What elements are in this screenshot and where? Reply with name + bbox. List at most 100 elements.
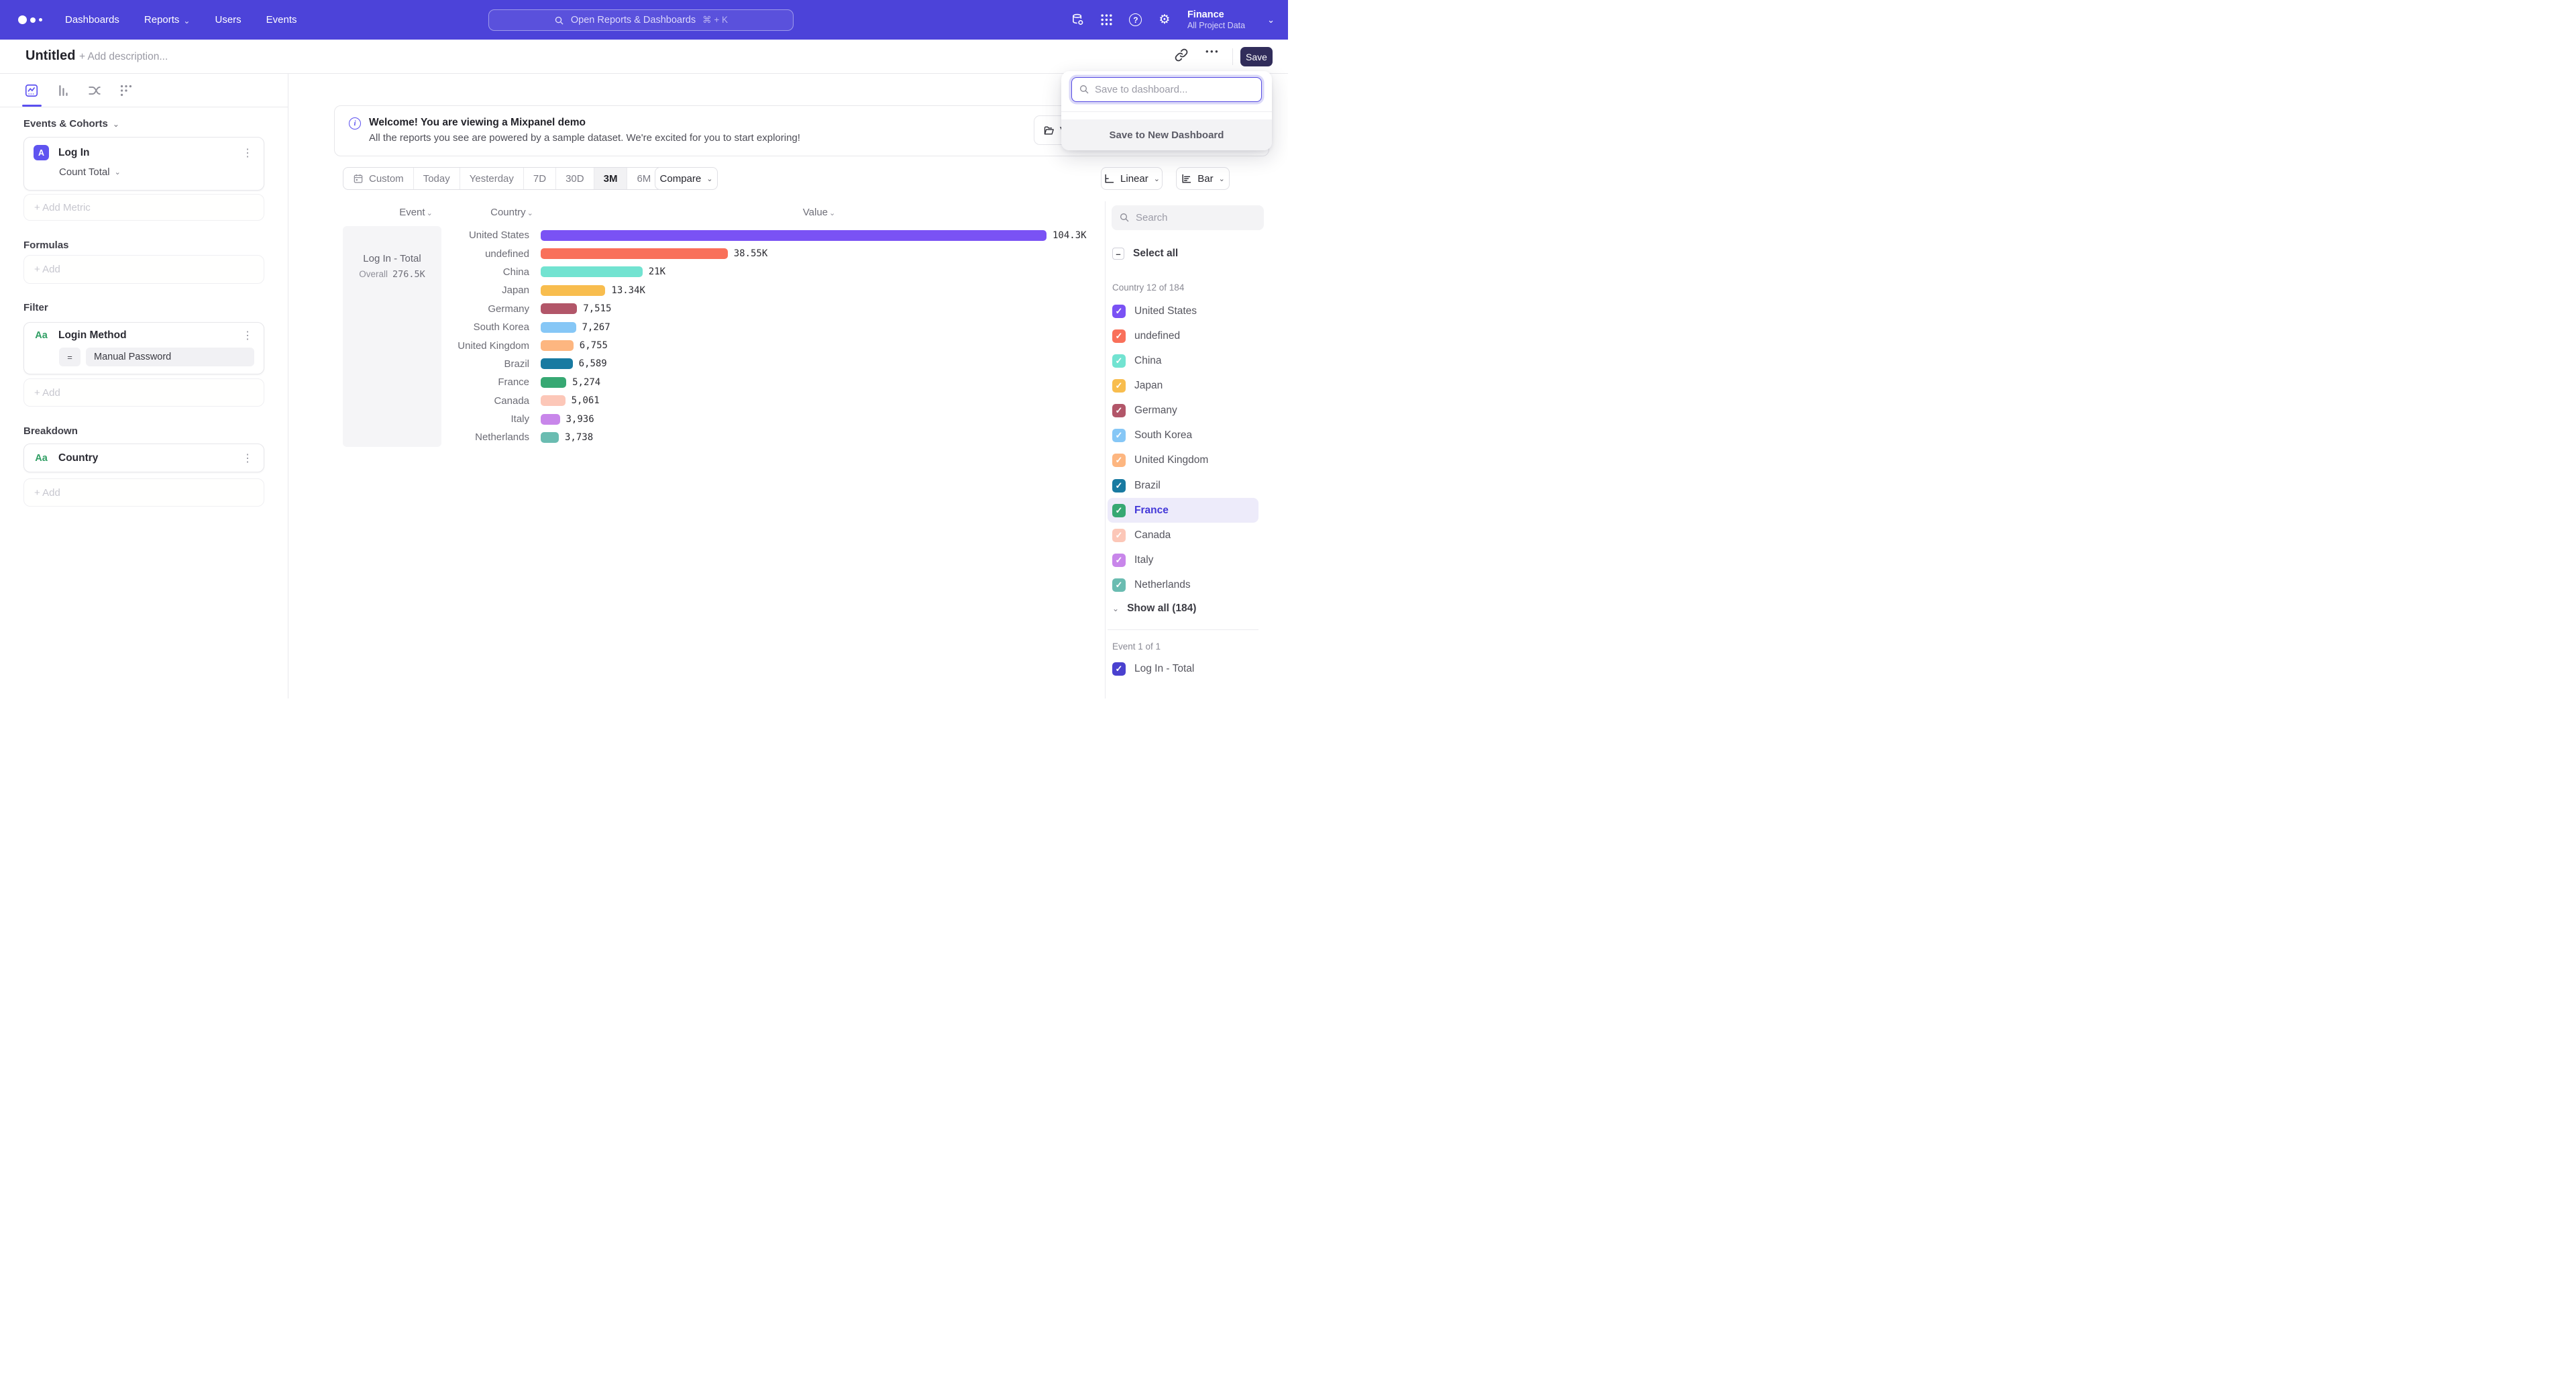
bar-segment[interactable] <box>541 395 566 406</box>
nav-item-users[interactable]: Users <box>215 14 241 25</box>
checkbox-checked[interactable]: ✓ <box>1112 329 1126 343</box>
kebab-menu-icon[interactable]: ⋮ <box>241 452 254 465</box>
bar-segment[interactable] <box>541 303 577 314</box>
metric-event-name[interactable]: Log In <box>58 147 231 159</box>
checkbox-checked[interactable]: ✓ <box>1112 354 1126 368</box>
range-button-30d[interactable]: 30D <box>555 168 594 189</box>
country-item-canada[interactable]: ✓Canada <box>1108 523 1258 548</box>
show-all-toggle[interactable]: ⌄ Show all (184) <box>1112 603 1196 615</box>
tab-insights[interactable] <box>24 83 39 98</box>
mixpanel-logo-icon[interactable] <box>18 15 42 24</box>
checkbox-checked[interactable]: ✓ <box>1112 305 1126 318</box>
more-options-button[interactable]: ••• <box>1205 46 1220 56</box>
event-item-log-in---total[interactable]: ✓Log In - Total <box>1108 656 1258 681</box>
country-item-china[interactable]: ✓China <box>1108 348 1258 373</box>
save-button[interactable]: Save <box>1240 47 1273 66</box>
country-item-brazil[interactable]: ✓Brazil <box>1108 473 1258 498</box>
chevron-down-icon: ⌄ <box>1154 174 1160 183</box>
country-item-france[interactable]: ✓France <box>1108 498 1258 523</box>
nav-item-events[interactable]: Events <box>266 14 297 25</box>
add-description-field[interactable]: + Add description... <box>79 51 168 63</box>
range-button-custom[interactable]: Custom <box>343 168 413 189</box>
country-item-south-korea[interactable]: ✓South Korea <box>1108 423 1258 448</box>
bar-category-label: undefined <box>441 248 541 260</box>
add-filter-button[interactable]: + Add <box>23 378 264 407</box>
bar-segment[interactable] <box>541 322 576 333</box>
bar-segment[interactable] <box>541 432 559 443</box>
range-button-7d[interactable]: 7D <box>523 168 555 189</box>
country-item-netherlands[interactable]: ✓Netherlands <box>1108 573 1258 598</box>
nav-item-dashboards[interactable]: Dashboards <box>65 14 119 25</box>
range-button-3m[interactable]: 3M <box>594 168 627 189</box>
select-all-checkbox-indeterminate[interactable]: – <box>1112 248 1124 260</box>
bar-segment[interactable] <box>541 377 566 388</box>
breakdown-property-name[interactable]: Country <box>58 452 231 464</box>
metric-aggregation-dropdown[interactable]: Count Total⌄ <box>34 166 254 178</box>
checkbox-checked[interactable]: ✓ <box>1112 429 1126 442</box>
country-item-germany[interactable]: ✓Germany <box>1108 399 1258 423</box>
project-switcher[interactable]: Finance All Project Data <box>1187 9 1245 30</box>
settings-gear-icon[interactable]: ⚙ <box>1157 13 1172 28</box>
bar-segment[interactable] <box>541 414 560 425</box>
filter-card-login-method[interactable]: Aa Login Method ⋮ = Manual Password <box>23 322 264 374</box>
compare-dropdown[interactable]: Compare⌄ <box>655 167 718 190</box>
data-management-icon[interactable] <box>1071 13 1085 28</box>
copy-link-icon[interactable] <box>1174 48 1191 65</box>
column-header-country[interactable]: Country⌄ <box>472 207 552 218</box>
add-formula-button[interactable]: + Add <box>23 255 264 284</box>
save-to-new-dashboard-button[interactable]: Save to New Dashboard <box>1061 119 1272 150</box>
filter-operator-chip[interactable]: = <box>59 348 80 366</box>
apps-grid-icon[interactable] <box>1099 13 1114 28</box>
event-series-cell[interactable]: Log In - Total Overall 276.5K <box>343 226 441 447</box>
column-header-value[interactable]: Value⌄ <box>779 207 859 218</box>
nav-item-reports[interactable]: Reports⌄ <box>144 14 191 25</box>
chart-row-undefined: undefined38.55K <box>441 244 1087 262</box>
save-to-dashboard-input[interactable] <box>1071 77 1262 102</box>
events-cohorts-header[interactable]: Events & Cohorts⌄ <box>23 117 264 130</box>
checkbox-checked[interactable]: ✓ <box>1112 529 1126 542</box>
checkbox-checked[interactable]: ✓ <box>1112 662 1126 676</box>
column-header-event[interactable]: Event⌄ <box>376 207 456 218</box>
tab-flows[interactable] <box>87 83 102 98</box>
country-item-undefined[interactable]: ✓undefined <box>1108 323 1258 348</box>
checkbox-checked[interactable]: ✓ <box>1112 578 1126 592</box>
checkbox-checked[interactable]: ✓ <box>1112 479 1126 493</box>
report-title[interactable]: Untitled <box>25 48 75 64</box>
kebab-menu-icon[interactable]: ⋮ <box>241 329 254 342</box>
country-item-united-states[interactable]: ✓United States <box>1108 299 1258 323</box>
range-button-yesterday[interactable]: Yesterday <box>460 168 523 189</box>
add-metric-button[interactable]: + Add Metric <box>23 194 264 221</box>
metric-card-log-in[interactable]: A Log In ⋮ Count Total⌄ <box>23 137 264 191</box>
scale-dropdown[interactable]: Linear⌄ <box>1101 167 1163 190</box>
checkbox-checked[interactable]: ✓ <box>1112 554 1126 567</box>
tab-retention[interactable] <box>119 83 133 98</box>
select-all-row[interactable]: – Select all <box>1112 248 1178 260</box>
checkbox-checked[interactable]: ✓ <box>1112 379 1126 393</box>
country-item-italy[interactable]: ✓Italy <box>1108 548 1258 572</box>
tab-funnels[interactable] <box>56 83 70 98</box>
checkbox-checked[interactable]: ✓ <box>1112 504 1126 517</box>
global-search-button[interactable]: Open Reports & Dashboards ⌘ + K <box>488 9 794 31</box>
bar-segment[interactable] <box>541 340 574 351</box>
country-item-united-kingdom[interactable]: ✓United Kingdom <box>1108 448 1258 473</box>
bar-segment[interactable] <box>541 285 605 296</box>
checkbox-checked[interactable]: ✓ <box>1112 404 1126 417</box>
bar-value-label: 6,755 <box>580 340 608 351</box>
range-button-today[interactable]: Today <box>413 168 460 189</box>
help-icon[interactable]: ? <box>1128 13 1143 28</box>
chart-row-italy: Italy3,936 <box>441 410 1087 428</box>
country-item-japan[interactable]: ✓Japan <box>1108 373 1258 398</box>
filter-value-selector[interactable]: Manual Password <box>86 348 254 366</box>
legend-search-input[interactable] <box>1112 205 1264 230</box>
bar-segment[interactable] <box>541 248 728 259</box>
filter-property-name[interactable]: Login Method <box>58 329 231 342</box>
chevron-down-icon[interactable]: ⌄ <box>1267 15 1275 25</box>
bar-segment[interactable] <box>541 230 1046 241</box>
kebab-menu-icon[interactable]: ⋮ <box>241 146 254 160</box>
bar-segment[interactable] <box>541 266 643 277</box>
bar-segment[interactable] <box>541 358 573 369</box>
checkbox-checked[interactable]: ✓ <box>1112 454 1126 467</box>
breakdown-card-country[interactable]: Aa Country ⋮ <box>23 444 264 472</box>
chart-type-dropdown[interactable]: Bar⌄ <box>1176 167 1230 190</box>
add-breakdown-button[interactable]: + Add <box>23 478 264 507</box>
